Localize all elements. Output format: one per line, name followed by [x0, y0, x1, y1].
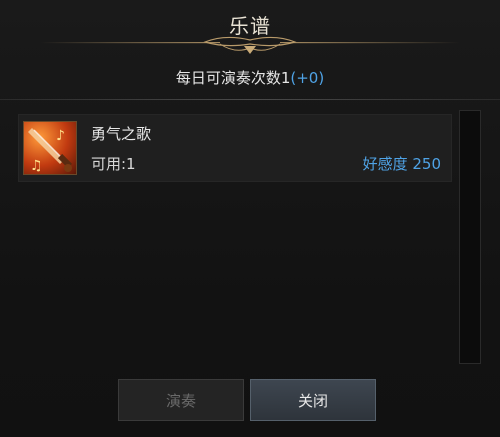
music-score-window: 乐谱 每日可演奏次数1(+0) ♪ ♫ 勇气之歌 可用:1 好感度 250 演奏…	[0, 0, 500, 437]
score-list: ♪ ♫ 勇气之歌 可用:1 好感度 250	[18, 110, 452, 366]
list-item[interactable]: ♪ ♫ 勇气之歌 可用:1 好感度 250	[18, 114, 452, 182]
sword-music-note-icon-graphic: ♪ ♫	[28, 128, 73, 174]
svg-text:♪: ♪	[56, 128, 65, 144]
play-button[interactable]: 演奏	[118, 379, 244, 421]
svg-text:♫: ♫	[30, 158, 43, 174]
item-availability: 可用:1	[91, 155, 136, 173]
close-button[interactable]: 关闭	[250, 379, 376, 421]
daily-play-label: 每日可演奏次数1	[175, 69, 291, 87]
list-scrollbar[interactable]	[459, 110, 481, 364]
daily-play-bonus: (+0)	[290, 69, 325, 87]
title-ornament	[40, 36, 460, 54]
daily-play-count: 每日可演奏次数1(+0)	[0, 67, 500, 88]
header-divider	[0, 99, 500, 100]
item-name: 勇气之歌	[91, 125, 152, 143]
item-favor: 好感度 250	[362, 155, 441, 173]
sword-music-note-icon: ♪ ♫	[23, 121, 77, 175]
